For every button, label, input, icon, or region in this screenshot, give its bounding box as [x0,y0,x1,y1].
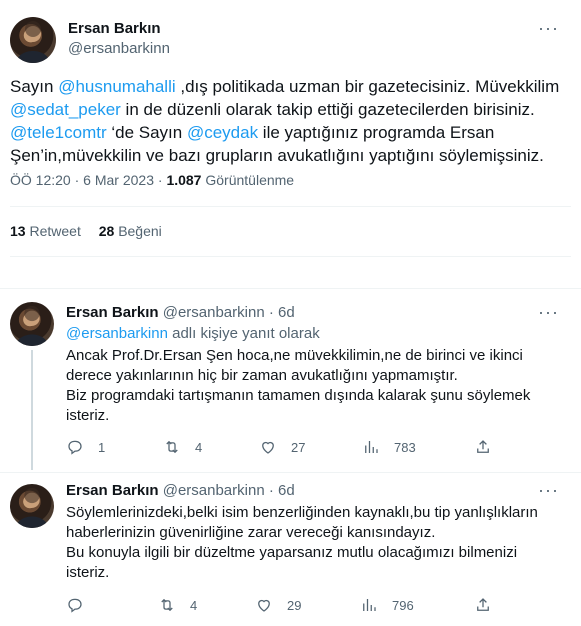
likes-stat[interactable]: 28 Beğeni [99,223,162,239]
views-action[interactable]: 796 [360,596,414,614]
reply-context-suffix: adlı kişiye yanıt olarak [167,325,320,342]
avatar[interactable] [10,17,56,63]
heart-icon [258,599,270,612]
share-action[interactable] [474,438,492,456]
reply-text-line: Ancak Prof.Dr.Ersan Şen hoca,ne müvekkil… [66,347,523,364]
likes-count: 28 [98,223,115,239]
divider [10,206,571,207]
text-segment: ,dış politikada uzman bir gazetecisiniz.… [175,77,560,96]
retweet-action[interactable]: 4 [158,596,197,614]
tweet-text-line: Şen’in,müvekkilin ve bazı grupların avuk… [10,146,544,165]
mention-link[interactable]: @ersanbarkinn [66,325,168,342]
meta-separator: · [157,172,163,188]
tweet-text-line: @sedat_peker in de düzenli olarak takip … [10,98,559,121]
retweet-icon [166,440,178,454]
mention-link[interactable]: @husnumahalli [58,77,175,96]
author-display-name[interactable]: Ersan Barkın [68,20,161,37]
reply-header: Ersan Barkın @ersanbarkinn · 6d [66,304,295,321]
reply-action[interactable]: 1 [66,438,105,456]
author-handle[interactable]: @ersanbarkinn [163,482,265,499]
reply-text-line: Biz programdaki tartışmanın tamamen dışı… [66,387,531,404]
tweet-stats: 13 Retweet 28 Beğeni [10,223,162,239]
reply-text: Söylemlerinizdeki,belki isim benzerliğin… [66,503,538,583]
retweets-count: 13 [10,223,26,239]
avatar[interactable] [10,484,54,528]
views-label: Görüntülenme [205,172,295,188]
retweet-count: 4 [190,597,198,613]
tweet-text: Sayın @husnumahalli ,dış politikada uzma… [10,75,559,167]
reply-text-line: isteriz. [66,407,110,424]
like-action[interactable]: 27 [259,438,305,456]
like-count: 29 [287,597,302,613]
author-handle[interactable]: @ersanbarkinn [163,304,265,321]
reply-text: Ancak Prof.Dr.Ersan Şen hoca,ne müvekkil… [66,346,530,426]
divider [0,472,581,473]
reply-text-line: Söylemlerinizdeki,belki isim benzerliğin… [66,504,538,521]
retweets-label: Retweet [29,223,81,239]
author-display-name[interactable]: Ersan Barkın [66,482,159,499]
reply-count: 1 [98,439,106,455]
like-count: 27 [291,439,306,455]
author-handle[interactable]: @ersanbarkinn [68,40,170,57]
views-count: 1.087 [166,172,202,188]
more-horizontal-icon[interactable]: ··· [538,18,559,39]
views-count: 796 [392,597,414,613]
reply-text-line: Bu konuyla ilgili bir düzeltme yaparsanı… [66,544,518,561]
reply-text-line: derece yakınlarının hiç bir zaman avukat… [66,367,458,384]
tweet-meta: ÖÖ 12:20 · 6 Mar 2023 · 1.087 Görüntülen… [10,172,294,188]
reply-icon [68,598,82,613]
reply-icon [68,440,82,455]
text-segment: in de düzenli olarak takip ettiği gazete… [120,100,535,119]
divider [10,256,571,257]
thread-connector-line [31,350,33,470]
retweet-action[interactable]: 4 [163,438,202,456]
views-action[interactable]: 783 [362,438,416,456]
more-horizontal-icon[interactable]: ··· [538,302,559,323]
likes-label: Beğeni [118,223,162,239]
more-horizontal-icon[interactable]: ··· [538,480,559,501]
reply-text-line: haberlerinizin güvenirliğine zarar verec… [66,524,436,541]
mention-link[interactable]: @ceydak [187,123,258,142]
tweet-age[interactable]: 6d [278,304,295,321]
section-divider [0,288,581,289]
tweet-text-line: Sayın @husnumahalli ,dış politikada uzma… [10,75,559,98]
views-bar-chart-icon [363,599,376,611]
retweet-count: 4 [195,439,203,455]
author-display-name[interactable]: Ersan Barkın [66,304,159,321]
meta-separator: · [268,304,274,321]
mention-link[interactable]: @sedat_peker [10,100,121,119]
meta-separator: · [268,482,274,499]
tweet-date[interactable]: 6 Mar 2023 [83,172,154,188]
share-action[interactable] [474,596,492,614]
tweet-text-line: @tele1comtr ‘de Sayın @ceydak ile yaptığ… [10,121,559,144]
text-segment: ‘de Sayın [106,123,187,142]
heart-icon [262,441,274,454]
share-icon [477,440,489,453]
tweet-age[interactable]: 6d [278,482,295,499]
share-icon [477,598,489,611]
retweet-icon [161,598,173,612]
tweet-time[interactable]: ÖÖ 12:20 [10,172,71,188]
like-action[interactable]: 29 [255,596,301,614]
text-segment: ile yaptığınız programda Ersan [258,123,495,142]
reply-context: @ersanbarkinn adlı kişiye yanıt olarak [66,325,320,342]
views-bar-chart-icon [365,441,378,453]
avatar[interactable] [10,302,54,346]
text-segment: Sayın [10,77,59,96]
mention-link[interactable]: @tele1comtr [10,123,107,142]
retweets-stat[interactable]: 13 Retweet [10,223,85,239]
views-count: 783 [394,439,416,455]
reply-text-line: isteriz. [66,564,110,581]
reply-header: Ersan Barkın @ersanbarkinn · 6d [66,482,295,499]
meta-separator: · [74,172,80,188]
reply-action[interactable] [66,596,98,614]
